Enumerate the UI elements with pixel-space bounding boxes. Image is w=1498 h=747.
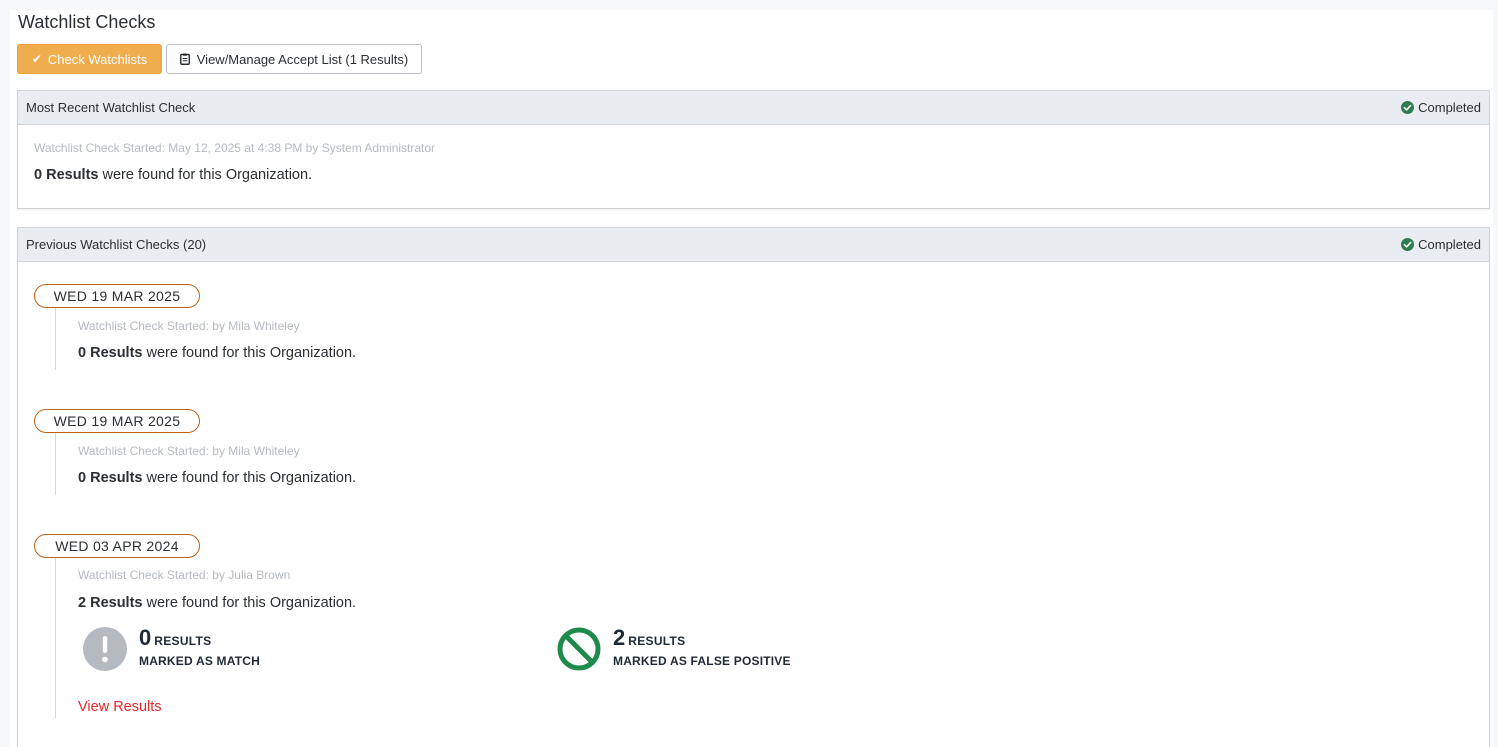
exclamation-circle-icon [83,627,127,671]
watchlist-page: Watchlist Checks ✔ Check Watchlists View… [10,10,1493,747]
check-circle-icon [1401,101,1415,114]
manage-accept-list-button[interactable]: View/Manage Accept List (1 Results) [166,44,422,74]
entry-started-text: Watchlist Check Started: by Mila Whitele… [78,444,300,458]
previous-checks-panel: Previous Watchlist Checks (20) Completed… [17,227,1490,747]
entry-result-suffix: were found for this Organization. [142,470,357,486]
recent-result-suffix: were found for this Organization. [98,167,313,183]
false-positive-stat: 2 RESULTS MARKED AS FALSE POSITIVE [557,627,791,671]
previous-checks-header: Previous Watchlist Checks (20) Completed [18,228,1489,262]
entry-started-text: Watchlist Check Started: by Mila Whitele… [78,319,300,333]
entry-result-suffix: were found for this Organization. [142,595,357,611]
recent-check-header: Most Recent Watchlist Check Completed [18,91,1489,125]
check-circle-icon [1401,238,1415,251]
entry-result-line: 0 Results were found for this Organizati… [78,470,356,486]
recent-status-text: Completed [1418,100,1481,115]
false-positive-label: MARKED AS FALSE POSITIVE [613,654,791,668]
entry-result-count: 0 Results [78,470,143,486]
entry-result-count: 0 Results [78,345,143,361]
entry-result-suffix: were found for this Organization. [142,345,357,361]
timeline-bar [55,433,56,495]
false-positive-stat-text: 2 RESULTS MARKED AS FALSE POSITIVE [613,627,791,669]
false-positive-number-row: 2 RESULTS [613,627,686,649]
timeline-date-pill: WED 03 APR 2024 [34,534,200,558]
match-count: 0 [139,625,152,650]
false-positive-unit: RESULTS [628,634,686,648]
previous-status-badge: Completed [1401,237,1481,252]
recent-check-heading: Most Recent Watchlist Check [26,100,196,115]
entry-started-text: Watchlist Check Started: by Julia Brown [78,568,291,582]
timeline-date-pill: WED 19 MAR 2025 [34,409,200,433]
false-positive-count: 2 [613,625,626,650]
match-label: MARKED AS MATCH [139,654,260,668]
clipboard-icon [179,53,190,65]
timeline-bar [55,558,56,718]
entry-result-line: 0 Results were found for this Organizati… [78,345,356,361]
recent-status-badge: Completed [1401,100,1481,115]
check-watchlists-button[interactable]: ✔ Check Watchlists [17,44,162,74]
ban-icon [557,627,601,671]
recent-check-panel: Most Recent Watchlist Check Completed Wa… [17,90,1490,209]
page-title: Watchlist Checks [18,12,156,32]
recent-result-count: 0 Results [34,167,99,183]
match-stat: 0 RESULTS MARKED AS MATCH [83,627,260,671]
entry-result-count: 2 Results [78,595,143,611]
previous-checks-heading: Previous Watchlist Checks (20) [26,237,207,252]
recent-result-line: 0 Results were found for this Organizati… [34,167,312,183]
entry-result-line: 2 Results were found for this Organizati… [78,595,356,611]
match-unit: RESULTS [154,634,212,648]
manage-accept-list-label: View/Manage Accept List (1 Results) [196,51,409,67]
view-results-link[interactable]: View Results [78,699,162,715]
timeline-date-pill: WED 19 MAR 2025 [34,284,200,308]
check-icon: ✔ [31,52,42,66]
match-stat-text: 0 RESULTS MARKED AS MATCH [139,627,260,669]
recent-started-text: Watchlist Check Started: May 12, 2025 at… [34,141,436,155]
check-watchlists-label: Check Watchlists [47,51,148,67]
previous-status-text: Completed [1418,237,1481,252]
timeline-bar [55,308,56,370]
match-stat-number-row: 0 RESULTS [139,627,212,649]
